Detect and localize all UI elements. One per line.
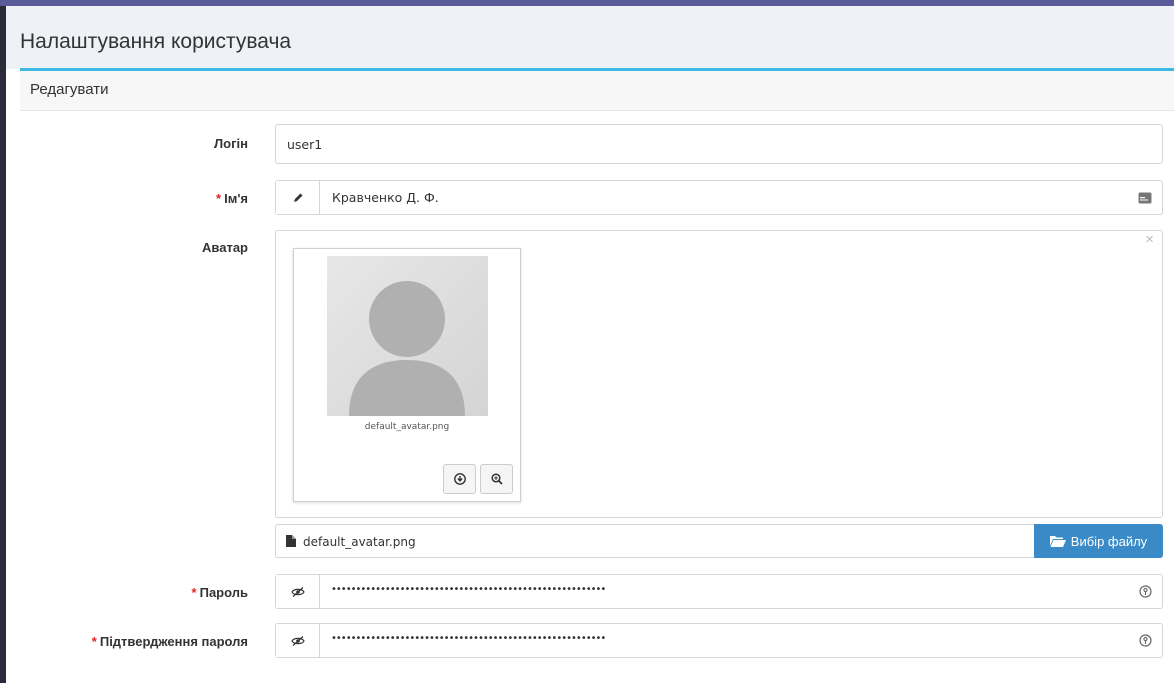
password-generate-button[interactable]: [1139, 575, 1152, 608]
avatar-download-button[interactable]: [443, 464, 476, 494]
required-marker: *: [91, 634, 97, 649]
eye-slash-icon: [290, 635, 305, 646]
password-confirm-generate-button[interactable]: [1139, 624, 1152, 657]
file-icon: [286, 535, 296, 547]
zoom-in-icon: [490, 473, 503, 485]
file-name-display: default_avatar.png: [303, 535, 416, 549]
required-marker: *: [216, 191, 222, 206]
avatar-thumbnail-filename: default_avatar.png: [364, 422, 450, 432]
key-generate-icon: [1139, 634, 1152, 647]
password-confirm-input[interactable]: ••••••••••••••••••••••••••••••••••••••••…: [331, 633, 631, 644]
left-sidebar-edge: [0, 6, 6, 683]
password-visibility-toggle[interactable]: [276, 575, 320, 608]
avatar-label: Аватар: [202, 240, 248, 255]
avatar-preview-panel: × default_avatar.png: [275, 230, 1163, 518]
default-avatar-silhouette: [349, 281, 465, 416]
password-input[interactable]: ••••••••••••••••••••••••••••••••••••••••…: [331, 584, 631, 595]
pencil-icon: [293, 193, 302, 202]
avatar-zoom-button[interactable]: [480, 464, 513, 494]
avatar-image: [327, 256, 488, 416]
page-title: Налаштування користувача: [20, 30, 292, 53]
login-value: user1: [287, 137, 323, 152]
choose-file-label: Вибір файлу: [1070, 533, 1148, 549]
panel-heading: Редагувати: [20, 71, 1174, 111]
folder-open-icon: [1049, 536, 1066, 547]
name-input-group: Кравченко Д. Ф.: [275, 180, 1163, 215]
name-card-addon[interactable]: [1138, 181, 1152, 214]
name-label: * Ім'я: [216, 191, 248, 206]
password-confirm-visibility-toggle[interactable]: [276, 624, 320, 657]
choose-file-button[interactable]: Вибір файлу: [1034, 524, 1163, 558]
eye-slash-icon: [290, 586, 305, 597]
name-edit-addon[interactable]: [276, 181, 320, 214]
password-confirm-label: * Підтвердження пароля: [91, 634, 248, 649]
password-confirm-input-group: ••••••••••••••••••••••••••••••••••••••••…: [275, 623, 1163, 658]
password-label: * Пароль: [191, 585, 248, 600]
avatar-thumbnail-card: default_avatar.png: [293, 248, 521, 502]
panel-title: Редагувати: [30, 81, 109, 98]
id-card-icon: [1138, 192, 1152, 203]
name-input[interactable]: Кравченко Д. Ф.: [332, 190, 439, 205]
password-input-group: ••••••••••••••••••••••••••••••••••••••••…: [275, 574, 1163, 609]
avatar-file-input: default_avatar.png Вибір файлу: [275, 524, 1163, 558]
download-icon: [453, 473, 466, 485]
key-generate-icon: [1139, 585, 1152, 598]
login-label: Логін: [214, 136, 248, 151]
login-input[interactable]: user1: [275, 124, 1163, 164]
required-marker: *: [191, 585, 197, 600]
page-header: Налаштування користувача: [6, 6, 1174, 69]
close-icon[interactable]: ×: [1145, 231, 1154, 248]
